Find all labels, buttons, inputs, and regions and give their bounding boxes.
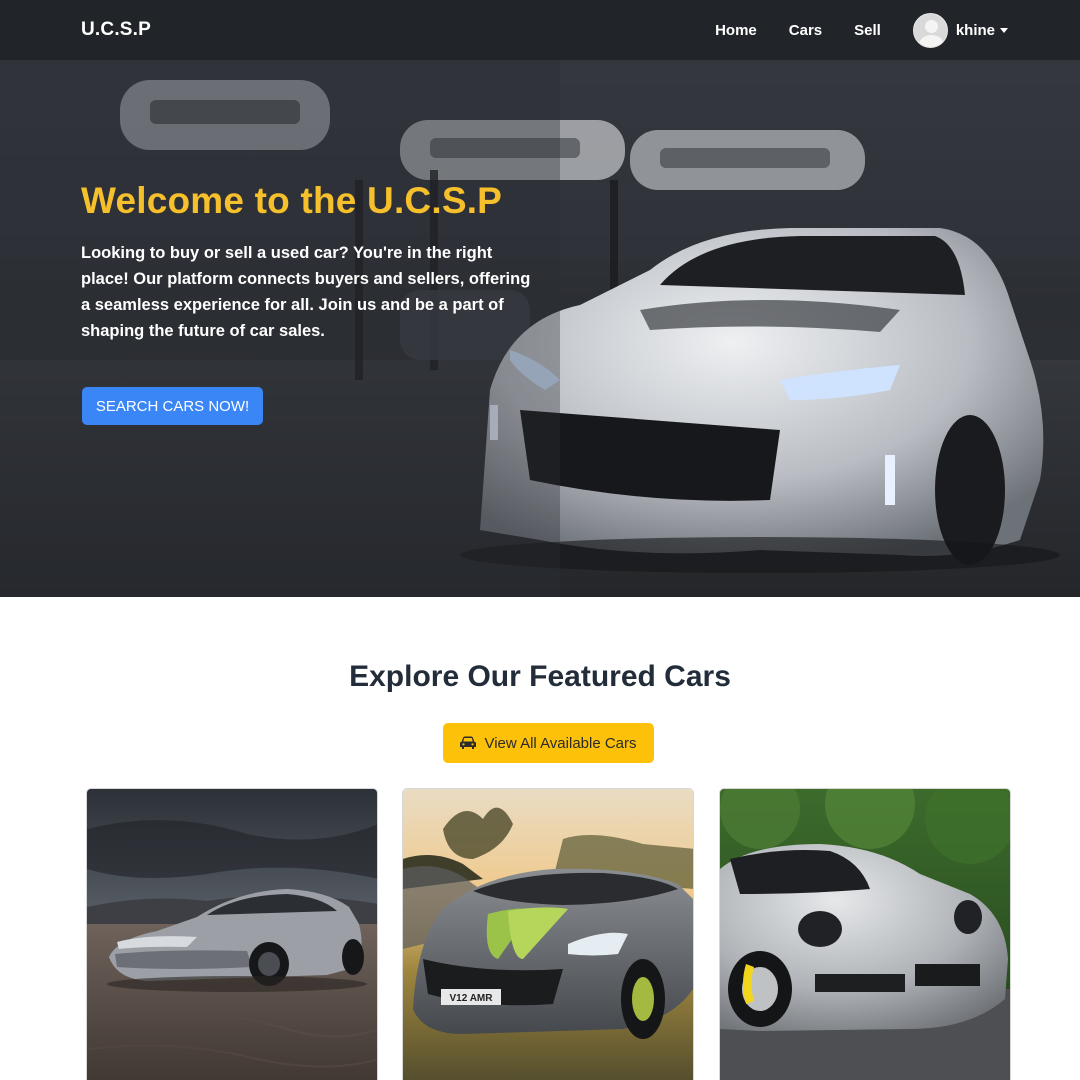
hero-description: Looking to buy or sell a used car? You'r… [81, 244, 531, 340]
featured-car-card[interactable]: V12 AMR [402, 788, 694, 1080]
brand-logo[interactable]: U.C.S.P [81, 19, 151, 41]
nav-sell-link[interactable]: Sell [854, 22, 881, 39]
car-image [87, 789, 377, 1080]
featured-car-card[interactable] [719, 788, 1011, 1080]
nav-links: Home Cars Sell khine [683, 12, 1008, 48]
username-label: khine [955, 21, 995, 39]
chevron-down-icon [1000, 27, 1008, 33]
featured-car-card[interactable] [86, 788, 378, 1080]
user-menu-dropdown[interactable]: khine [912, 12, 1008, 48]
car-image: V12 AMR [403, 789, 693, 1080]
nav-cars-link[interactable]: Cars [789, 22, 822, 39]
avatar [912, 12, 948, 48]
car-image [720, 789, 1010, 1080]
top-navbar: U.C.S.P Home Cars Sell khine [0, 0, 1080, 60]
view-all-cars-label: View All Available Cars [484, 734, 637, 752]
car-icon [460, 736, 477, 749]
license-plate-text: V12 AMR [450, 993, 494, 1004]
featured-section-title: Explore Our Featured Cars [349, 660, 731, 693]
search-cars-button[interactable]: SEARCH CARS NOW! [82, 387, 263, 425]
hero-title: Welcome to the U.C.S.P [81, 180, 503, 221]
view-all-cars-button[interactable]: View All Available Cars [443, 723, 654, 763]
hero-section: Welcome to the U.C.S.P Looking to buy or… [0, 60, 1080, 597]
nav-home-link[interactable]: Home [715, 22, 757, 39]
